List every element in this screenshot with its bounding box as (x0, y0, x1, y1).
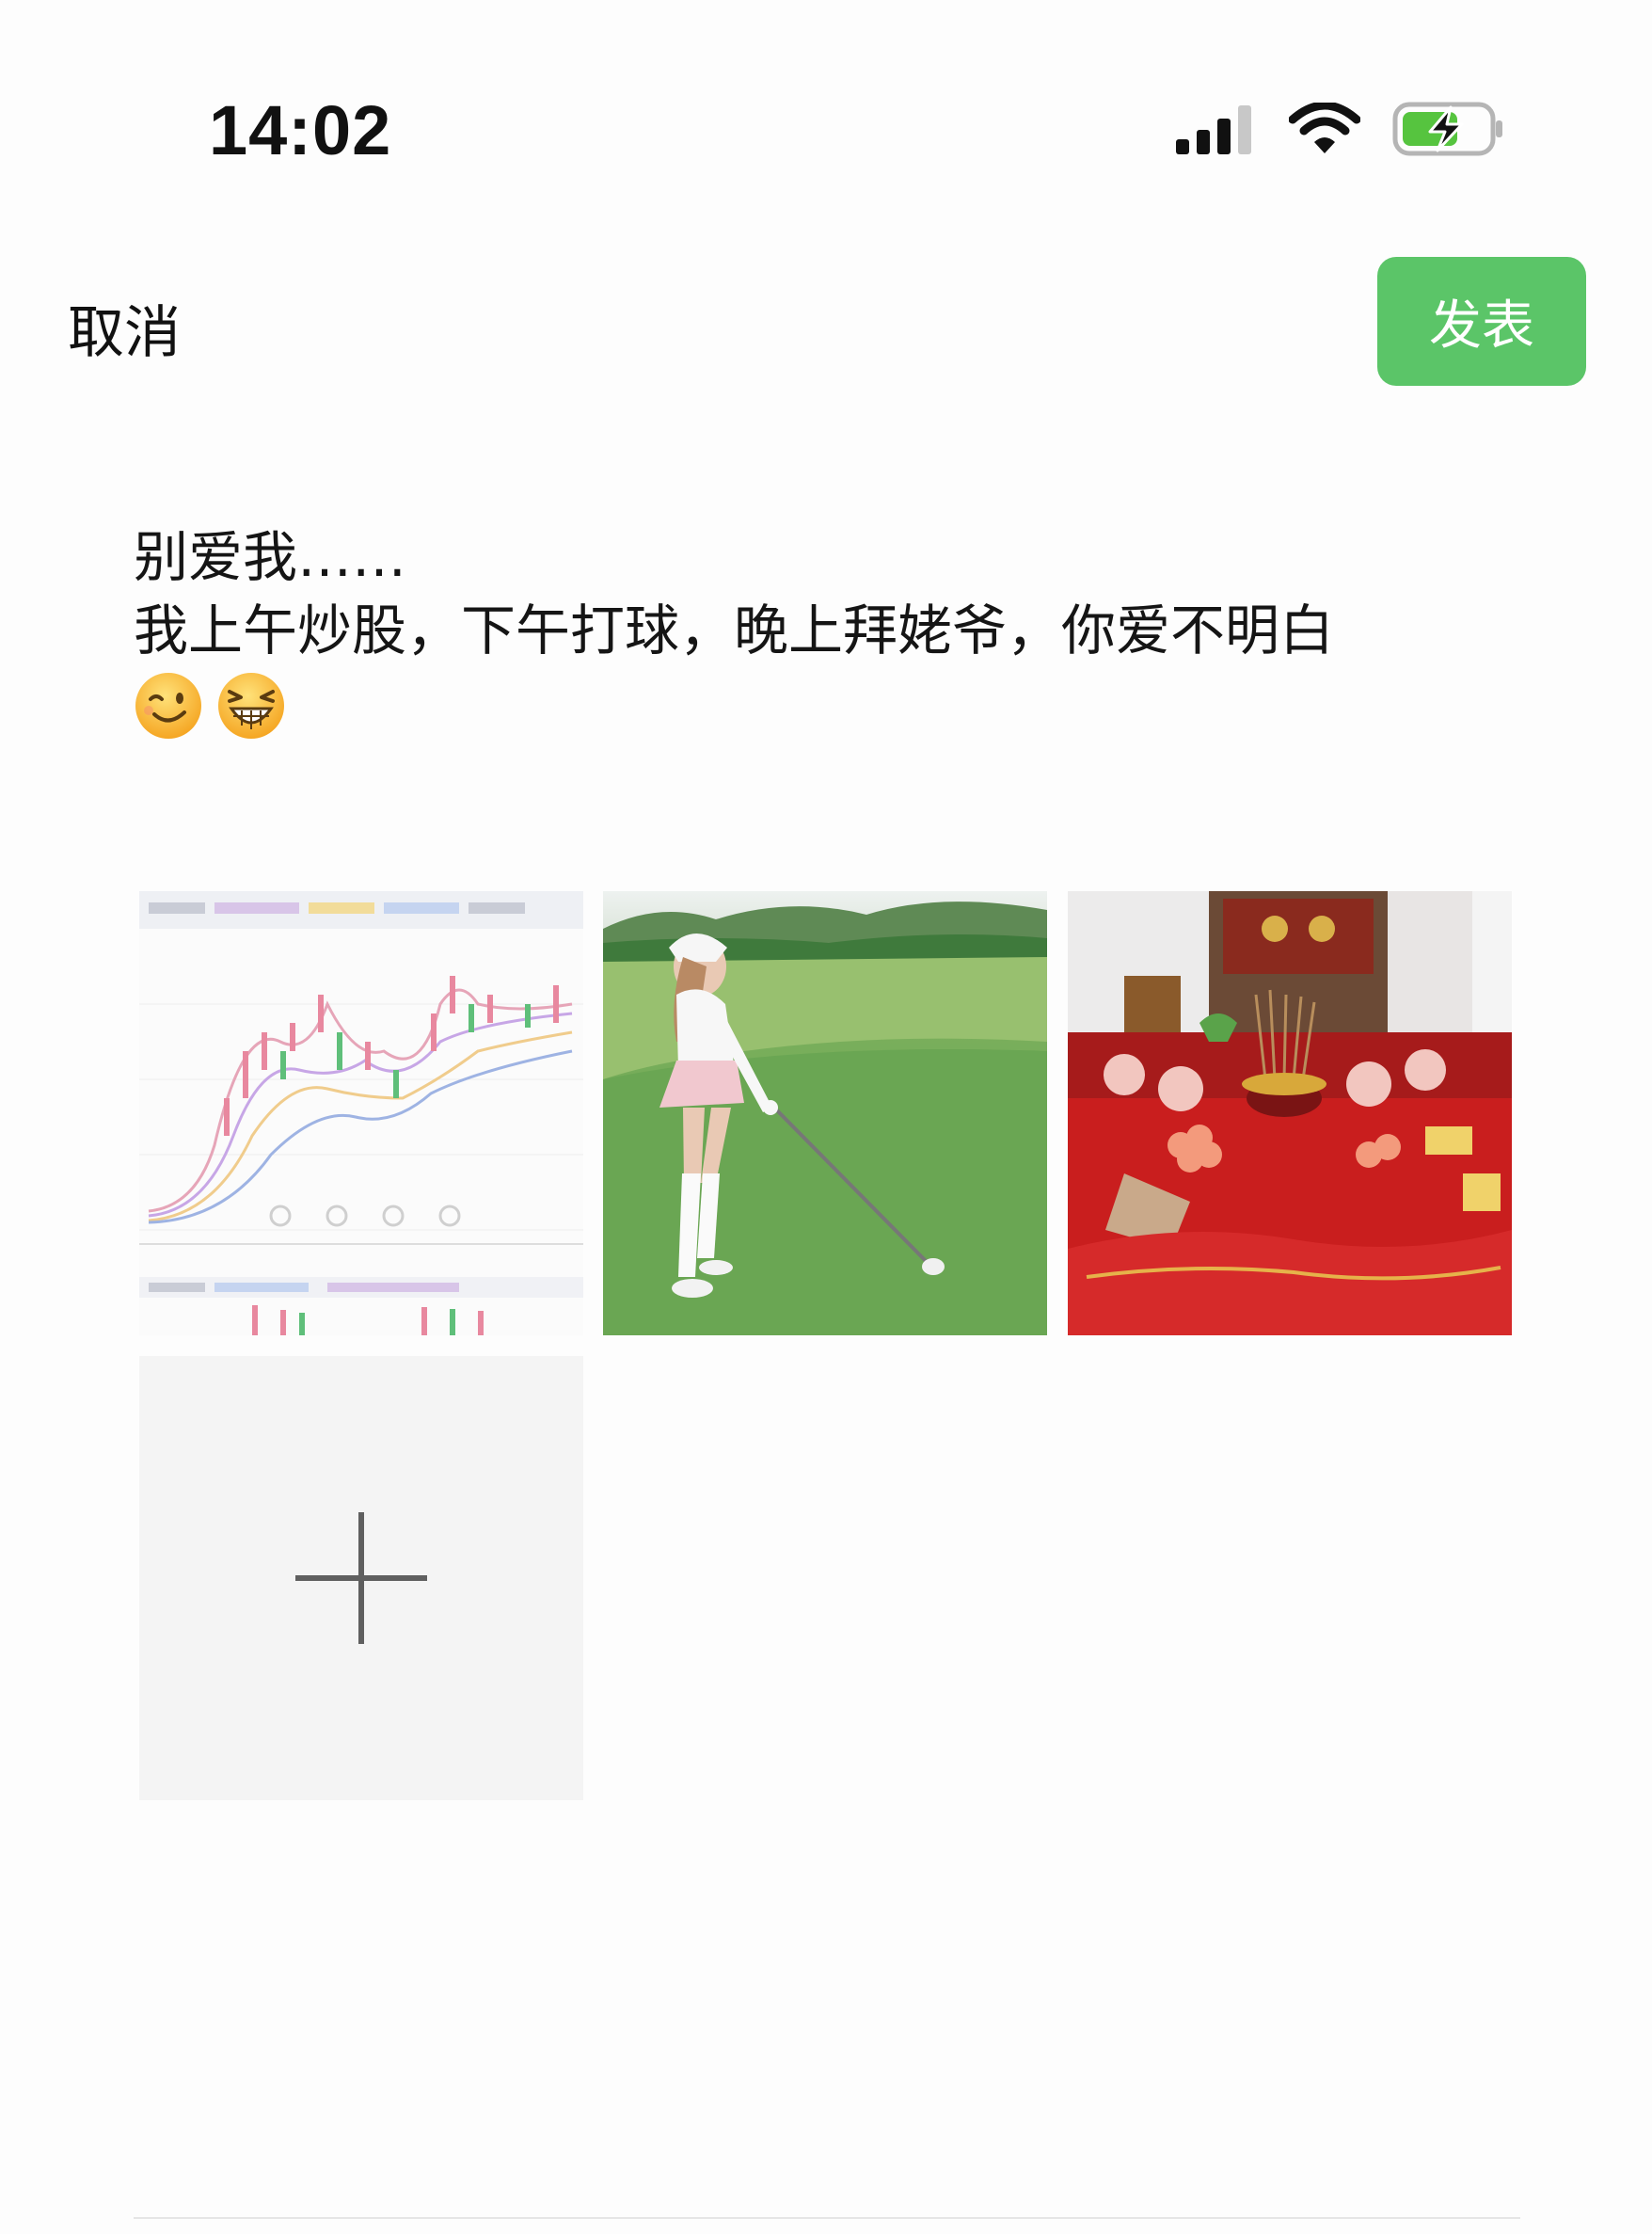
status-time: 14:02 (209, 91, 392, 169)
emoji-row (134, 671, 1526, 741)
publish-button[interactable]: 发表 (1377, 257, 1586, 386)
golf-player-photo[interactable] (603, 891, 1047, 1335)
wifi-icon (1289, 103, 1360, 153)
grinning-squinting-face-emoji (218, 673, 284, 739)
cellular-signal-icon (1176, 105, 1251, 154)
stock-chart-photo[interactable] (139, 891, 583, 1335)
cancel-button[interactable]: 取消 (68, 287, 181, 369)
post-text-line-1: 别爱我…… (134, 525, 407, 589)
bottom-divider (134, 2217, 1520, 2219)
post-text-line-2: 我上午炒股，下午打球，晚上拜姥爷，你爱不明白 (134, 598, 1335, 662)
post-text-input[interactable]: 别爱我…… 我上午炒股，下午打球，晚上拜姥爷，你爱不明白 (134, 520, 1526, 741)
winking-face-emoji (135, 673, 201, 739)
battery-charging-icon (1392, 102, 1502, 156)
add-image-button[interactable] (139, 1356, 583, 1800)
status-icons (1176, 102, 1505, 156)
altar-offerings-photo[interactable] (1068, 891, 1512, 1335)
plus-icon (295, 1512, 427, 1644)
